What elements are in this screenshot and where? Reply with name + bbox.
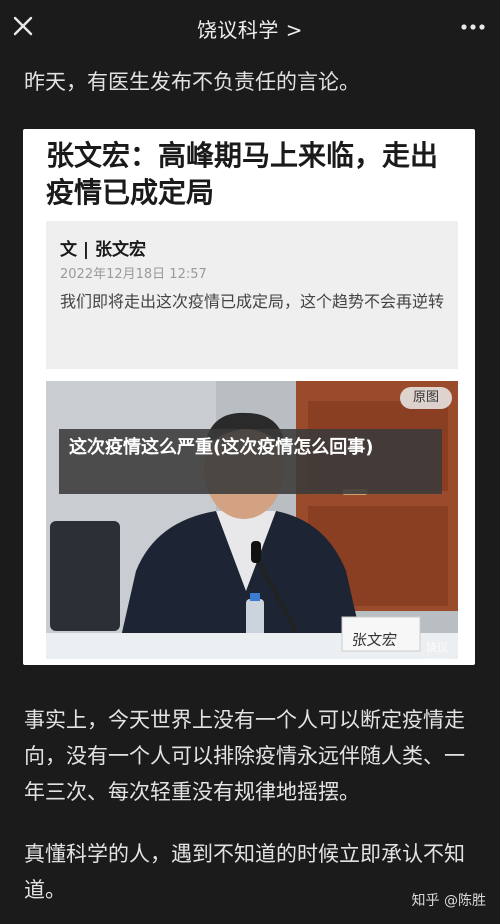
zhihu-watermark: 知乎 @陈胜: [411, 893, 486, 909]
quote-author: 文 | 张文宏: [60, 240, 147, 260]
photo-watermark: 饶议科学: [426, 641, 448, 659]
quote-date: 2022年12月18日 12:57: [60, 267, 207, 282]
column-title-link[interactable]: 饶议科学 >: [0, 14, 500, 43]
embedded-headline: 张文宏：高峰期马上来临，走出疫情已成定局: [46, 139, 439, 209]
title-overlay: 这次疫情这么严重(这次疫情怎么回事): [59, 429, 442, 494]
embedded-quote-box: 文 | 张文宏 2022年12月18日 12:57 我们即将走出这次疫情已成定局…: [46, 221, 458, 369]
overlay-title: 这次疫情这么严重(这次疫情怎么回事): [69, 437, 374, 458]
nameplate-text: 张文宏: [351, 631, 398, 649]
embedded-article-image[interactable]: 张文宏：高峰期马上来临，走出疫情已成定局 文 | 张文宏 2022年12月18日…: [23, 129, 475, 665]
original-image-badge[interactable]: 原图: [400, 387, 452, 409]
article-paragraph: 事实上，今天世界上没有一个人可以断定疫情走向，没有一个人可以排除疫情永远伴随人类…: [24, 708, 465, 804]
quote-body: 我们即将走出这次疫情已成定局，这个趋势不会再逆转: [60, 292, 445, 311]
more-options-icon[interactable]: [460, 15, 486, 39]
speaker-photo-illustration: [46, 381, 458, 659]
article-paragraph: 昨天，有医生发布不负责任的言论。: [24, 70, 360, 94]
speaker-photo: 原图 张文宏 饶议科学: [46, 381, 458, 659]
top-bar: 饶议科学 >: [0, 0, 500, 56]
